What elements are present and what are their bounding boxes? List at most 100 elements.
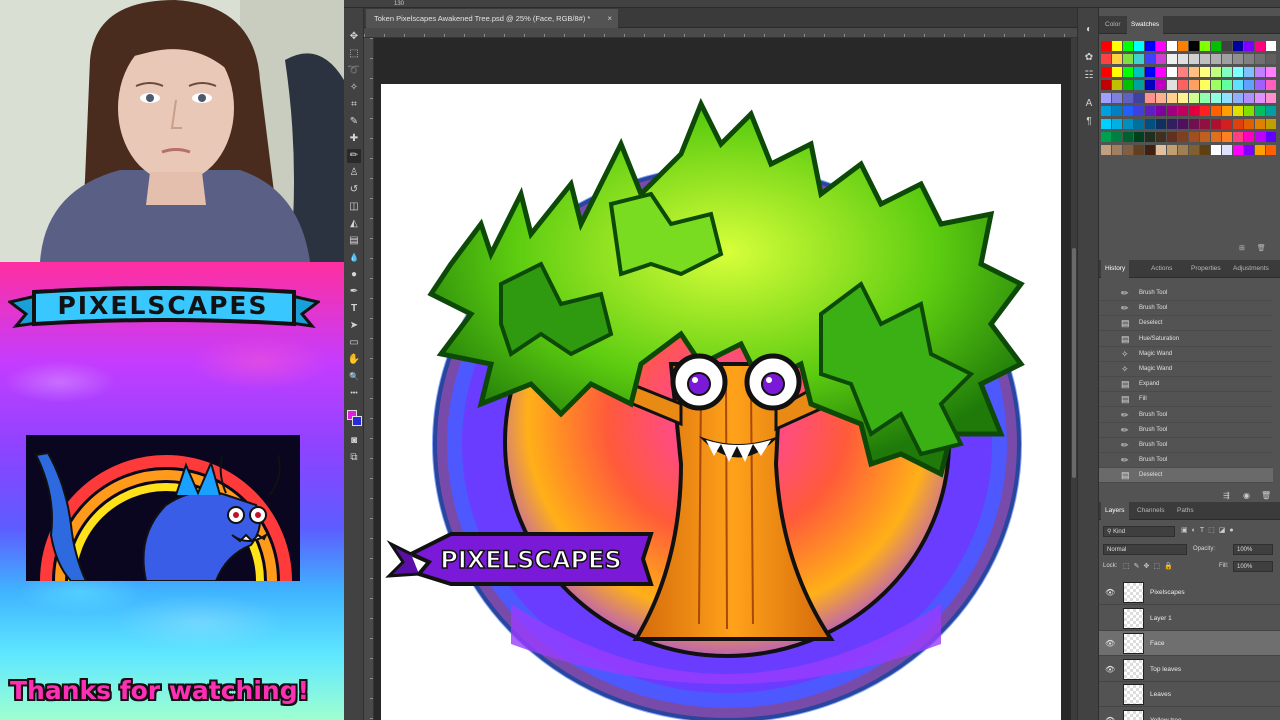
fill-field[interactable]: 100% — [1233, 561, 1273, 572]
screen-mode-icon[interactable]: ⧉ — [347, 451, 361, 465]
color-swatch[interactable] — [1266, 119, 1276, 129]
color-swatch[interactable] — [1211, 106, 1221, 116]
visibility-eye-icon[interactable]: 👁 — [1105, 716, 1115, 720]
color-swatch[interactable] — [1145, 41, 1155, 51]
camera-icon[interactable]: ◉ — [1243, 491, 1250, 500]
color-swatch[interactable] — [1255, 132, 1265, 142]
lock-icons[interactable]: ⬚✎✥⬚🔒 — [1123, 561, 1177, 572]
color-swatch[interactable] — [1123, 119, 1133, 129]
hand-tool-icon[interactable]: ✋ — [347, 353, 361, 367]
color-swatch[interactable] — [1134, 132, 1144, 142]
background-color-swatch[interactable] — [352, 416, 362, 426]
paragraph-icon[interactable]: ¶ — [1083, 116, 1095, 128]
color-swatch[interactable] — [1222, 145, 1232, 155]
color-swatch[interactable] — [1167, 80, 1177, 90]
color-swatch[interactable] — [1266, 145, 1276, 155]
new-document-from-state-icon[interactable]: ⇶ — [1223, 491, 1230, 500]
color-swatch[interactable] — [1222, 41, 1232, 51]
color-swatch[interactable] — [1211, 132, 1221, 142]
color-swatch[interactable] — [1233, 67, 1243, 77]
history-item[interactable]: ✏ Brush Tool — [1099, 408, 1273, 423]
color-swatch[interactable] — [1112, 67, 1122, 77]
color-swatch[interactable] — [1211, 41, 1221, 51]
history-item[interactable]: ✏ Brush Tool — [1099, 438, 1273, 453]
history-item[interactable]: ▤ Fill — [1099, 392, 1273, 408]
color-swatch[interactable] — [1189, 80, 1199, 90]
color-swatch[interactable] — [1145, 93, 1155, 103]
color-swatch[interactable] — [1255, 145, 1265, 155]
color-swatch[interactable] — [1233, 119, 1243, 129]
color-swatch[interactable] — [1233, 132, 1243, 142]
color-swatch[interactable] — [1189, 41, 1199, 51]
tab-properties[interactable]: Properties — [1187, 260, 1225, 278]
color-swatch[interactable] — [1233, 41, 1243, 51]
color-swatch[interactable] — [1211, 145, 1221, 155]
color-swatch[interactable] — [1211, 80, 1221, 90]
color-panel-icon[interactable]: ◐ — [1083, 24, 1095, 36]
color-swatch[interactable] — [1123, 145, 1133, 155]
history-item[interactable]: ▤ Expand — [1099, 377, 1273, 393]
eyedropper-tool-icon[interactable]: ✎ — [347, 115, 361, 129]
color-swatch[interactable] — [1112, 54, 1122, 64]
color-swatch[interactable] — [1156, 93, 1166, 103]
character-icon[interactable]: A — [1083, 98, 1095, 110]
history-item[interactable]: ▤ Deselect — [1099, 316, 1273, 332]
color-swatch[interactable] — [1255, 80, 1265, 90]
color-swatch[interactable] — [1178, 119, 1188, 129]
color-swatch[interactable] — [1112, 93, 1122, 103]
path-selection-tool-icon[interactable]: ➤ — [347, 319, 361, 333]
color-swatch[interactable] — [1123, 54, 1133, 64]
crop-tool-icon[interactable]: ⌗ — [347, 98, 361, 112]
color-swatch[interactable] — [1189, 67, 1199, 77]
visibility-eye-icon[interactable]: 👁 — [1105, 639, 1115, 649]
color-swatch[interactable] — [1123, 67, 1133, 77]
color-swatch[interactable] — [1156, 106, 1166, 116]
color-swatch[interactable] — [1222, 67, 1232, 77]
layer-filter-select[interactable]: ⚲ Kind — [1103, 526, 1175, 537]
color-swatch[interactable] — [1178, 67, 1188, 77]
color-swatch[interactable] — [1101, 67, 1111, 77]
color-swatch[interactable] — [1145, 54, 1155, 64]
color-swatch[interactable] — [1189, 145, 1199, 155]
color-swatch[interactable] — [1266, 67, 1276, 77]
blur-tool-icon[interactable]: 💧 — [347, 251, 361, 265]
magic-wand-tool-icon[interactable]: ✧ — [347, 81, 361, 95]
color-swatch[interactable] — [1189, 132, 1199, 142]
color-swatch[interactable] — [1134, 80, 1144, 90]
color-swatch[interactable] — [1112, 119, 1122, 129]
color-swatch[interactable] — [1244, 67, 1254, 77]
quick-mask-icon[interactable]: ◙ — [347, 434, 361, 448]
shape-tool-icon[interactable]: ▭ — [347, 336, 361, 350]
color-swatch[interactable] — [1101, 106, 1111, 116]
healing-brush-tool-icon[interactable]: ✚ — [347, 132, 361, 146]
color-swatch[interactable] — [1134, 41, 1144, 51]
history-brush-tool-icon[interactable]: ↺ — [347, 183, 361, 197]
blend-mode-select[interactable]: Normal — [1103, 544, 1187, 555]
visibility-eye-icon[interactable] — [1105, 690, 1115, 700]
visibility-eye-icon[interactable] — [1105, 614, 1115, 624]
color-swatch[interactable] — [1222, 106, 1232, 116]
color-swatch[interactable] — [1156, 41, 1166, 51]
layer-row[interactable]: 👁 Face — [1099, 631, 1280, 656]
color-swatch[interactable] — [1123, 106, 1133, 116]
color-swatch[interactable] — [1178, 41, 1188, 51]
color-swatch[interactable] — [1211, 67, 1221, 77]
canvas-area[interactable]: PIXELSCAPES — [374, 38, 1071, 720]
tab-layers[interactable]: Layers — [1101, 502, 1129, 520]
color-swatch[interactable] — [1222, 80, 1232, 90]
color-swatch[interactable] — [1145, 145, 1155, 155]
color-swatch[interactable] — [1211, 93, 1221, 103]
clone-stamp-tool-icon[interactable]: ♙ — [347, 166, 361, 180]
history-item[interactable]: ✧ Magic Wand — [1099, 347, 1273, 362]
color-swatch[interactable] — [1244, 119, 1254, 129]
color-swatch[interactable] — [1244, 54, 1254, 64]
eraser-tool-icon[interactable]: ◫ — [347, 200, 361, 214]
tab-actions[interactable]: Actions — [1147, 260, 1176, 278]
color-swatch[interactable] — [1123, 132, 1133, 142]
color-swatch[interactable] — [1178, 132, 1188, 142]
color-swatch[interactable] — [1189, 93, 1199, 103]
color-swatch[interactable] — [1255, 93, 1265, 103]
color-swatch[interactable] — [1101, 119, 1111, 129]
color-swatch[interactable] — [1134, 145, 1144, 155]
color-swatch[interactable] — [1200, 93, 1210, 103]
